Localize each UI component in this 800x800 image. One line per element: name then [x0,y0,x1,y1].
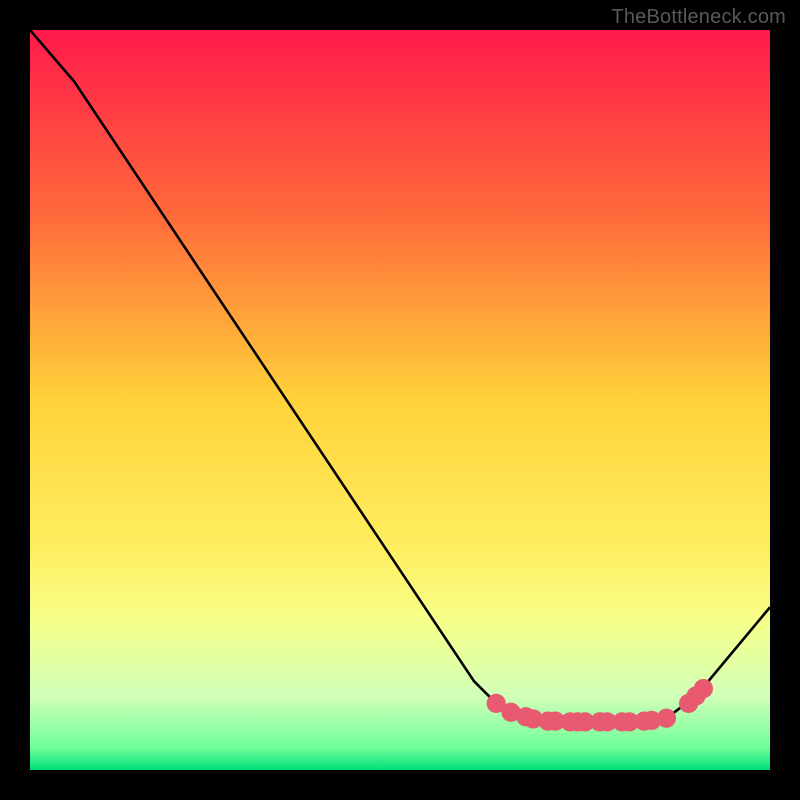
watermark-text: TheBottleneck.com [611,6,786,29]
chart-background [30,30,770,770]
marker-point [657,709,676,728]
chart-svg [30,30,770,770]
chart-plot [30,30,770,770]
marker-point [694,679,713,698]
